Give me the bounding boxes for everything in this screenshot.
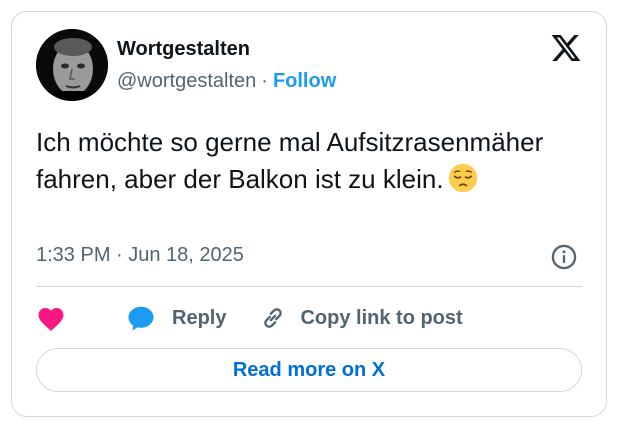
copy-link-label: Copy link to post: [300, 306, 463, 329]
heart-icon: [38, 308, 64, 331]
divider: [36, 286, 582, 287]
reply-button[interactable]: Reply: [126, 304, 226, 332]
avatar-photo: [36, 29, 108, 101]
read-more-button[interactable]: Read more on X: [36, 348, 582, 392]
follow-button[interactable]: Follow: [273, 70, 336, 92]
action-bar: Reply Copy link to post: [36, 302, 463, 334]
copy-link-button[interactable]: Copy link to post: [260, 305, 463, 331]
author-handle-row: @wortgestalten · Follow: [117, 70, 336, 93]
like-button[interactable]: [36, 304, 66, 332]
separator-dot: ·: [261, 70, 268, 92]
pensive-face-emoji: [448, 163, 477, 193]
tweet-card: Wortgestalten @wortgestalten · Follow Ich …: [11, 11, 607, 417]
author-name[interactable]: Wortgestalten: [117, 38, 250, 61]
tweet-text: Ich möchte so gerne mal Aufsitzrasenmähe…: [36, 124, 576, 198]
x-logo-icon[interactable]: [550, 32, 582, 64]
avatar[interactable]: [36, 29, 108, 101]
speech-bubble-icon: [128, 306, 154, 331]
link-icon: [264, 308, 283, 328]
author-handle[interactable]: @wortgestalten: [117, 70, 256, 92]
reply-label: Reply: [172, 306, 227, 329]
info-icon[interactable]: [550, 243, 578, 271]
tweet-timestamp[interactable]: 1:33 PM · Jun 18, 2025: [36, 244, 244, 267]
